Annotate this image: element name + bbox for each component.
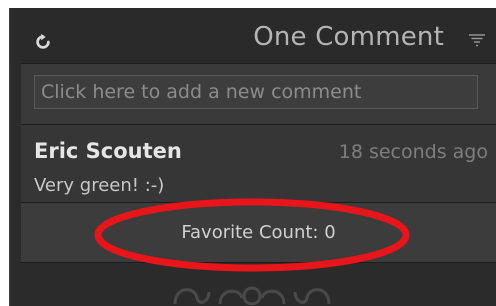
favorite-count-row: Favorite Count: 0 (21, 203, 496, 263)
panel-header: One Comment (10, 8, 496, 66)
comment-entry: Eric Scouten 18 seconds ago Very green! … (21, 125, 496, 203)
comment-text: Very green! :-) (34, 175, 165, 196)
screenshot-frame: One Comment Eric Scouten 18 seconds ago … (0, 0, 496, 306)
comment-author: Eric Scouten (34, 139, 182, 163)
refresh-icon[interactable] (34, 33, 52, 51)
favorite-count-label: Favorite Count: 0 (181, 222, 336, 243)
comment-timestamp: 18 seconds ago (338, 141, 488, 163)
new-comment-area (21, 63, 496, 125)
new-comment-input[interactable] (34, 75, 478, 109)
panel-menu-icon[interactable] (468, 33, 486, 49)
panel-title: One Comment (253, 22, 444, 52)
